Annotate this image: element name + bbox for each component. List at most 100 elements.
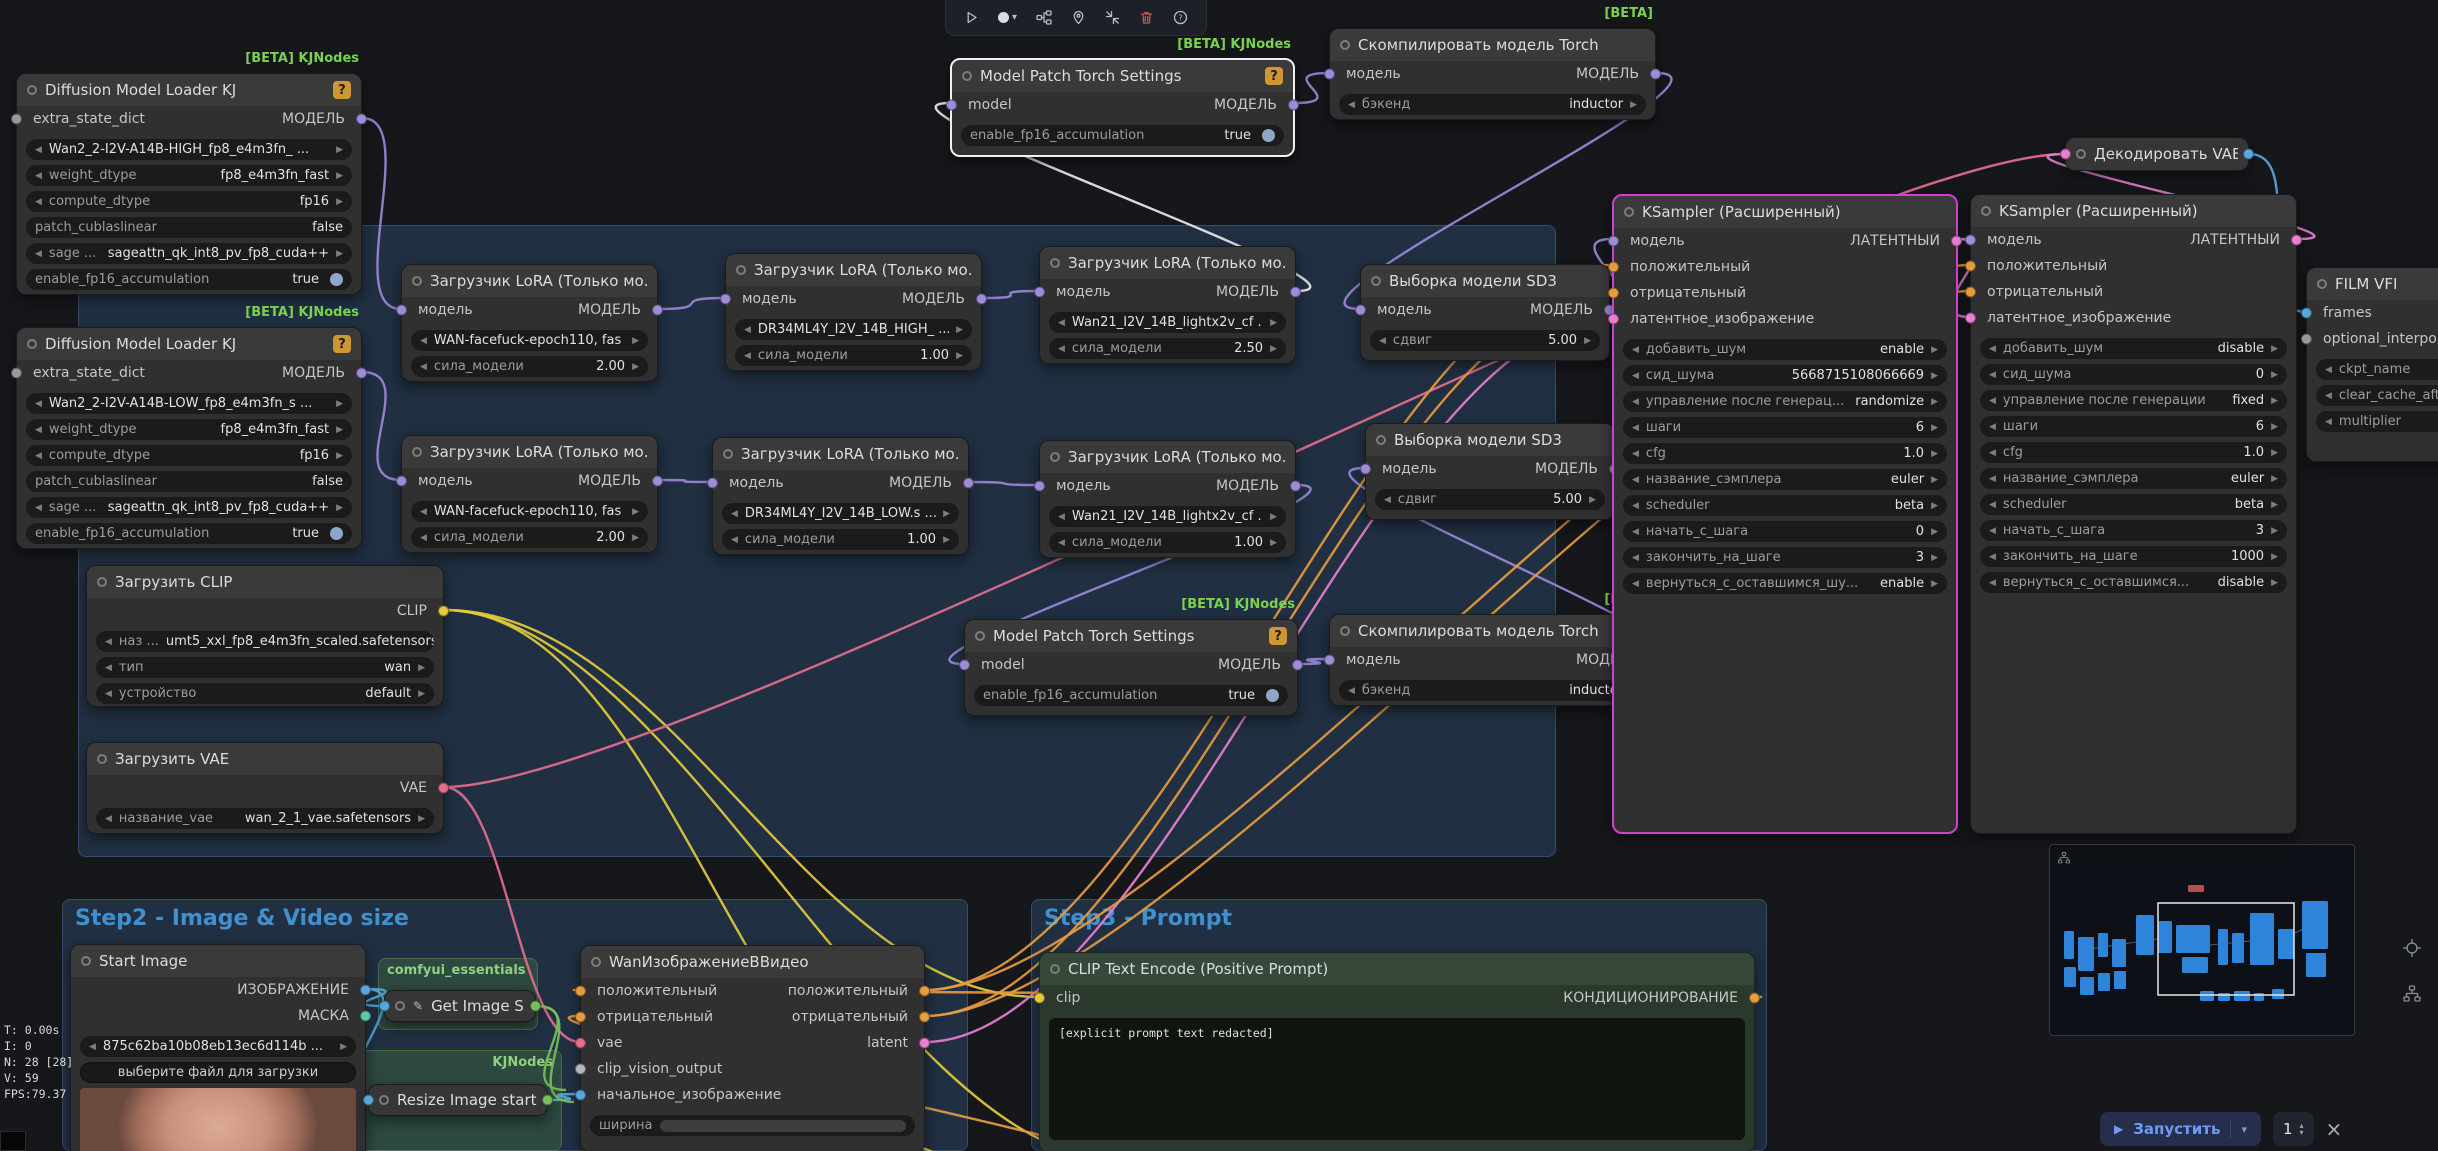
widget-enable_fp16_accumulation[interactable]: enable_fp16_accumulationtrue — [26, 523, 352, 544]
input-port-модель[interactable] — [396, 305, 407, 316]
output-port-МОДЕЛЬ[interactable] — [1290, 481, 1301, 492]
combo-left-arrow-icon[interactable]: ◀ — [105, 637, 112, 647]
combo-left-arrow-icon[interactable]: ◀ — [1989, 578, 1996, 588]
combo-left-arrow-icon[interactable]: ◀ — [1632, 371, 1639, 381]
upload-button[interactable]: выберите файл для загрузки — [80, 1062, 356, 1083]
combo-right-arrow-icon[interactable]: ▶ — [336, 197, 343, 207]
combo-right-arrow-icon[interactable]: ▶ — [418, 814, 425, 824]
widget-начать_с_шага[interactable]: ◀начать_с_шага0▶ — [1623, 521, 1947, 542]
combo-left-arrow-icon[interactable]: ◀ — [744, 325, 751, 335]
combo-left-arrow-icon[interactable]: ◀ — [1989, 344, 1996, 354]
widget-вернуться_с_оставшимся_шу...[interactable]: ◀вернуться_с_оставшимся_шу...enable▶ — [1623, 573, 1947, 594]
widget-бэкенд[interactable]: ◀бэкендinductor▶ — [1339, 680, 1646, 701]
widget-сила_модели[interactable]: ◀сила_модели2.00▶ — [411, 527, 648, 548]
output-port[interactable] — [530, 1001, 541, 1012]
combo-left-arrow-icon[interactable]: ◀ — [105, 689, 112, 699]
combo-left-arrow-icon[interactable]: ◀ — [1348, 100, 1355, 110]
combo-left-arrow-icon[interactable]: ◀ — [420, 362, 427, 372]
combo-right-arrow-icon[interactable]: ▶ — [336, 145, 343, 155]
widget-combo[interactable]: ◀Wan21_I2V_14B_lightx2v_cf ...▶ — [1049, 312, 1286, 333]
combo-left-arrow-icon[interactable]: ◀ — [1989, 552, 1996, 562]
combo-right-arrow-icon[interactable]: ▶ — [1270, 512, 1277, 522]
combo-right-arrow-icon[interactable]: ▶ — [1931, 345, 1938, 355]
combo-left-arrow-icon[interactable]: ◀ — [35, 503, 42, 513]
combo-left-arrow-icon[interactable]: ◀ — [35, 171, 42, 181]
run-mode-icon[interactable]: ▾ — [998, 12, 1017, 23]
help-badge[interactable]: ? — [1269, 627, 1287, 645]
input-port[interactable] — [363, 1095, 374, 1106]
collapse-dot-icon[interactable] — [2076, 149, 2086, 159]
input-port-модель[interactable] — [720, 294, 731, 305]
combo-left-arrow-icon[interactable]: ◀ — [420, 533, 427, 543]
combo-right-arrow-icon[interactable]: ▶ — [2271, 578, 2278, 588]
combo-left-arrow-icon[interactable]: ◀ — [1989, 396, 1996, 406]
batch-count-input[interactable]: 1 ▴▾ — [2273, 1112, 2314, 1146]
input-port-extra_state_dict[interactable] — [11, 368, 22, 379]
combo-left-arrow-icon[interactable]: ◀ — [2325, 365, 2332, 375]
node-patch1[interactable]: [BETA] KJNodesModel Patch Torch Settings… — [950, 58, 1295, 157]
run-bar[interactable]: ▶ Запустить ▾ 1 ▴▾ × — [2100, 1112, 2342, 1146]
combo-right-arrow-icon[interactable]: ▶ — [2271, 448, 2278, 458]
combo-right-arrow-icon[interactable]: ▶ — [956, 351, 963, 361]
run-play-icon[interactable]: ▶ — [2114, 1122, 2123, 1136]
collapse-dot-icon[interactable] — [412, 447, 422, 457]
combo-right-arrow-icon[interactable]: ▶ — [1270, 538, 1277, 548]
widget-название_vae[interactable]: ◀название_vaewan_2_1_vae.safetensors▶ — [96, 808, 434, 829]
combo-right-arrow-icon[interactable]: ▶ — [2271, 552, 2278, 562]
combo-right-arrow-icon[interactable]: ▶ — [336, 503, 343, 513]
input-port-отрицательный[interactable] — [1608, 288, 1619, 299]
output-port-положительный[interactable] — [919, 986, 930, 997]
output-port-МОДЕЛЬ[interactable] — [1292, 660, 1303, 671]
combo-right-arrow-icon[interactable]: ▶ — [2271, 422, 2278, 432]
widget-clear_cache_aft...[interactable]: ◀clear_cache_aft...▶ — [2316, 385, 2438, 406]
combo-left-arrow-icon[interactable]: ◀ — [2325, 391, 2332, 401]
collapse-dot-icon[interactable] — [1376, 435, 1386, 445]
help-badge[interactable]: ? — [1265, 67, 1283, 85]
toggle-knob[interactable] — [330, 527, 343, 540]
widget-enable_fp16_accumulation[interactable]: enable_fp16_accumulationtrue — [961, 125, 1284, 146]
input-port-положительный[interactable] — [1608, 262, 1619, 273]
combo-left-arrow-icon[interactable]: ◀ — [35, 249, 42, 259]
combo-left-arrow-icon[interactable]: ◀ — [1058, 318, 1065, 328]
input-port-frames[interactable] — [2301, 308, 2312, 319]
combo-left-arrow-icon[interactable]: ◀ — [1632, 449, 1639, 459]
toggle-knob[interactable] — [1262, 129, 1275, 142]
widget-закончить_на_шаге[interactable]: ◀закончить_на_шаге1000▶ — [1980, 546, 2287, 567]
collapse-dot-icon[interactable] — [736, 265, 746, 275]
workflow-icon[interactable] — [2057, 850, 2071, 869]
widget-сдвиг[interactable]: ◀сдвиг5.00▶ — [1370, 330, 1600, 351]
combo-right-arrow-icon[interactable]: ▶ — [336, 425, 343, 435]
widget-сид_шума[interactable]: ◀сид_шума0▶ — [1980, 364, 2287, 385]
nodes-icon[interactable] — [1036, 10, 1052, 25]
combo-right-arrow-icon[interactable]: ▶ — [632, 507, 639, 517]
node-lora_high_2[interactable]: Загрузчик LoRA (Только мо...модельМОДЕЛЬ… — [725, 253, 982, 371]
widget-сила_модели[interactable]: ◀сила_модели1.00▶ — [722, 529, 959, 550]
node-film_vfi[interactable]: FILM VFIframesoptional_interpolati...◀ck… — [2306, 267, 2438, 462]
node-lora_low_3[interactable]: Загрузчик LoRA (Только мо...модельМОДЕЛЬ… — [1039, 440, 1296, 558]
widget-combo[interactable]: ◀WAN-facefuck-epoch110, fas ...▶ — [411, 501, 648, 522]
combo-right-arrow-icon[interactable]: ▶ — [956, 325, 963, 335]
node-get_image_size[interactable]: ✎Get Image Size — [384, 990, 536, 1022]
combo-left-arrow-icon[interactable]: ◀ — [420, 336, 427, 346]
input-port-clip[interactable] — [1034, 993, 1045, 1004]
run-options-chevron[interactable]: ▾ — [2241, 1123, 2247, 1136]
widget-combo[interactable]: ◀DR34ML4Y_I2V_14B_LOW.s ...▶ — [722, 503, 959, 524]
input-port-положительный[interactable] — [575, 986, 586, 997]
widget-combo[interactable]: ◀Wan21_I2V_14B_lightx2v_cf ...▶ — [1049, 506, 1286, 527]
combo-left-arrow-icon[interactable]: ◀ — [1632, 475, 1639, 485]
combo-right-arrow-icon[interactable]: ▶ — [1931, 449, 1938, 459]
widget-combo[interactable]: ◀875c62ba10b08eb13ec6d114b ...▶ — [80, 1036, 356, 1057]
combo-right-arrow-icon[interactable]: ▶ — [2271, 474, 2278, 484]
combo-left-arrow-icon[interactable]: ◀ — [1058, 538, 1065, 548]
node-vae_decode[interactable]: Декодировать VAE — [2065, 137, 2249, 171]
widget-сдвиг[interactable]: ◀сдвиг5.00▶ — [1375, 489, 1605, 510]
combo-right-arrow-icon[interactable]: ▶ — [1270, 318, 1277, 328]
collapse-dot-icon[interactable] — [975, 631, 985, 641]
combo-left-arrow-icon[interactable]: ◀ — [1379, 336, 1386, 346]
combo-left-arrow-icon[interactable]: ◀ — [1058, 512, 1065, 522]
combo-right-arrow-icon[interactable]: ▶ — [1630, 100, 1637, 110]
output-port-VAE[interactable] — [438, 783, 449, 794]
output-port-МОДЕЛЬ[interactable] — [356, 368, 367, 379]
output-port-ИЗОБРАЖЕНИЕ[interactable] — [360, 985, 371, 996]
widget-sage ...[interactable]: ◀sage ...sageattn_qk_int8_pv_fp8_cuda++▶ — [26, 243, 352, 264]
